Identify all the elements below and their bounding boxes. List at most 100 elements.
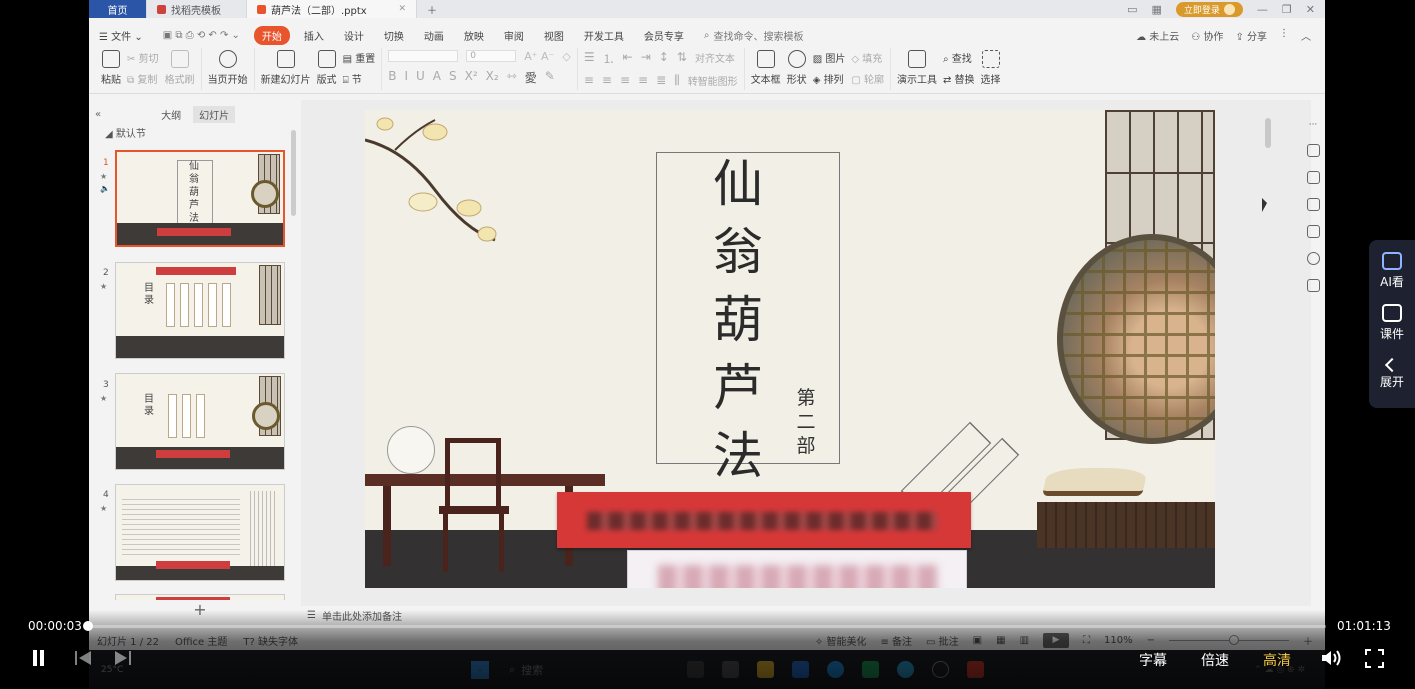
superscript-icon[interactable]: X² bbox=[465, 69, 478, 86]
layout-button[interactable]: 版式 bbox=[317, 50, 337, 86]
ai-watch-button[interactable]: AI看 bbox=[1380, 252, 1404, 290]
menu-design[interactable]: 设计 bbox=[334, 28, 374, 43]
subscript-icon[interactable]: X₂ bbox=[486, 69, 499, 86]
cut-button[interactable]: ✂ 剪切 bbox=[127, 50, 159, 65]
bold-icon[interactable]: B bbox=[388, 69, 396, 86]
slide-subtitle[interactable]: 第二部 bbox=[793, 386, 819, 458]
missing-font-button[interactable]: T? 缺失字体 bbox=[243, 633, 298, 648]
outdent-icon[interactable]: ⇥ bbox=[641, 50, 651, 67]
font-name-select[interactable] bbox=[388, 50, 459, 62]
quick-access-icons[interactable]: ▣ ⧉ ⎙ ⟲ ↶ ↷ ⌄ bbox=[153, 30, 250, 41]
tab-home[interactable]: 首页 bbox=[89, 0, 147, 18]
reset-button[interactable]: ▤ 重置 bbox=[343, 50, 376, 65]
paste-button[interactable]: 粘贴 bbox=[101, 50, 121, 86]
align-center-icon[interactable]: ≡ bbox=[602, 73, 612, 88]
zoom-slider-knob[interactable] bbox=[1229, 634, 1239, 645]
file-menu[interactable]: ☰ 文件 ⌄ bbox=[89, 28, 153, 43]
progress-bar[interactable] bbox=[86, 625, 1326, 628]
weather-widget[interactable]: 25°C bbox=[101, 665, 161, 675]
strikethrough-icon[interactable]: S bbox=[449, 69, 457, 86]
pause-icon[interactable] bbox=[30, 648, 46, 668]
collab-button[interactable]: ⚇ 协作 bbox=[1191, 28, 1223, 43]
location-icon[interactable] bbox=[1306, 252, 1320, 265]
properties-icon[interactable] bbox=[1306, 144, 1320, 157]
picture-tools-icon[interactable] bbox=[1306, 225, 1320, 238]
align-left-icon[interactable]: ≡ bbox=[584, 73, 594, 88]
file-explorer-icon[interactable] bbox=[757, 661, 774, 678]
media-icon[interactable] bbox=[932, 661, 949, 678]
fill-button[interactable]: ◇ 填充 bbox=[851, 50, 884, 65]
zoom-value[interactable]: 110% bbox=[1104, 635, 1133, 646]
align-text-button[interactable]: 对齐文本 bbox=[695, 50, 735, 67]
zoom-in-icon[interactable]: ＋ bbox=[1303, 633, 1313, 648]
widgets-icon[interactable] bbox=[722, 661, 739, 678]
comments-button[interactable]: ▭ 批注 bbox=[926, 633, 959, 648]
collapse-ribbon-icon[interactable]: ︿ bbox=[1301, 28, 1311, 43]
slide-thumbnail-3[interactable]: 目录 bbox=[115, 373, 285, 470]
close-tab-icon[interactable]: ✕ bbox=[398, 4, 406, 14]
new-tab-button[interactable]: ＋ bbox=[417, 0, 447, 18]
close-window-icon[interactable]: ✕ bbox=[1306, 3, 1315, 16]
more-icon[interactable]: ⋮ bbox=[1279, 28, 1289, 43]
panel-scrollbar[interactable] bbox=[291, 130, 296, 216]
white-card-blurred[interactable] bbox=[627, 550, 967, 588]
outline-button[interactable]: ▢ 轮廓 bbox=[851, 71, 884, 86]
notes-toggle-button[interactable]: ≡ 备注 bbox=[880, 633, 912, 648]
menu-insert[interactable]: 插入 bbox=[294, 28, 334, 43]
format-painter-button[interactable]: 格式刷 bbox=[165, 50, 195, 86]
select-button[interactable]: 选择 bbox=[981, 50, 1001, 86]
font-size-select[interactable]: 0 bbox=[466, 50, 517, 62]
menu-transition[interactable]: 切换 bbox=[374, 28, 414, 43]
replace-button[interactable]: ⇄ 替换 bbox=[943, 71, 975, 86]
zoom-slider[interactable] bbox=[1169, 634, 1289, 645]
char-spacing-icon[interactable]: ⇿ bbox=[507, 69, 517, 86]
menu-slideshow[interactable]: 放映 bbox=[454, 28, 494, 43]
taskbar-search[interactable]: ⌕ 搜索 bbox=[509, 662, 669, 678]
shadow-icon[interactable]: A bbox=[433, 69, 441, 86]
slide-canvas[interactable]: 仙翁葫芦法 第二部 bbox=[365, 110, 1215, 588]
slideshow-play-button[interactable]: ▶ bbox=[1043, 632, 1070, 648]
previous-icon[interactable] bbox=[74, 650, 92, 666]
arrange-button[interactable]: ◈ 排列 bbox=[813, 71, 846, 86]
justify-icon[interactable]: ≡ bbox=[638, 73, 648, 88]
wps-icon[interactable] bbox=[967, 661, 984, 678]
minimize-icon[interactable]: — bbox=[1257, 3, 1268, 16]
courseware-button[interactable]: 课件 bbox=[1380, 304, 1404, 342]
section-button[interactable]: ⌸ 节 bbox=[343, 71, 376, 86]
progress-handle[interactable] bbox=[83, 621, 93, 631]
zoom-out-icon[interactable]: − bbox=[1147, 635, 1155, 646]
shape-button[interactable]: 形状 bbox=[787, 50, 807, 86]
menu-animation[interactable]: 动画 bbox=[414, 28, 454, 43]
windows-start-icon[interactable] bbox=[471, 660, 489, 679]
speed-button[interactable]: 倍速 bbox=[1201, 650, 1229, 670]
browser-icon[interactable] bbox=[897, 661, 914, 678]
smart-beautify-button[interactable]: ✧ 智能美化 bbox=[815, 633, 867, 648]
login-button[interactable]: 立即登录 bbox=[1175, 1, 1243, 17]
collapse-panel-icon[interactable]: « bbox=[95, 109, 101, 120]
notes-area[interactable]: ☰ 单击此处添加备注 bbox=[301, 606, 1311, 624]
find-button[interactable]: ⌕ 查找 bbox=[943, 50, 975, 65]
textbox-button[interactable]: 文本框 bbox=[751, 50, 781, 86]
fit-icon[interactable]: ⛶ bbox=[1083, 635, 1090, 646]
next-icon[interactable] bbox=[114, 650, 132, 666]
menu-review[interactable]: 审阅 bbox=[494, 28, 534, 43]
menu-member[interactable]: 会员专享 bbox=[634, 28, 694, 43]
sorter-view-icon[interactable]: ▦ bbox=[996, 635, 1005, 646]
reading-view-icon[interactable]: ▥ bbox=[1020, 635, 1029, 646]
slide-thumbnail-2[interactable]: 目录 bbox=[115, 262, 285, 359]
layout-icon[interactable]: ▭ bbox=[1127, 3, 1137, 16]
add-slide-button[interactable]: + bbox=[115, 600, 285, 620]
columns-icon[interactable]: ⫼ bbox=[674, 73, 680, 88]
cloud-status[interactable]: ☁ 未上云 bbox=[1136, 28, 1179, 43]
numbering-icon[interactable]: ⒈ bbox=[603, 50, 615, 67]
red-banner-blurred[interactable] bbox=[557, 492, 971, 548]
slide-thumbnail-1[interactable]: 仙翁葫芦法 bbox=[115, 150, 285, 247]
command-search-input[interactable]: ⌕ 查找命令、搜索模板 bbox=[694, 28, 814, 43]
edge-icon[interactable] bbox=[827, 661, 844, 678]
menu-developer[interactable]: 开发工具 bbox=[574, 28, 634, 43]
align-right-icon[interactable]: ≡ bbox=[620, 73, 630, 88]
italic-icon[interactable]: I bbox=[404, 69, 408, 86]
canvas-scrollbar[interactable] bbox=[1265, 118, 1271, 148]
clear-format-icon[interactable]: ◇ bbox=[562, 50, 570, 63]
quality-button[interactable]: 高清 bbox=[1263, 650, 1291, 670]
